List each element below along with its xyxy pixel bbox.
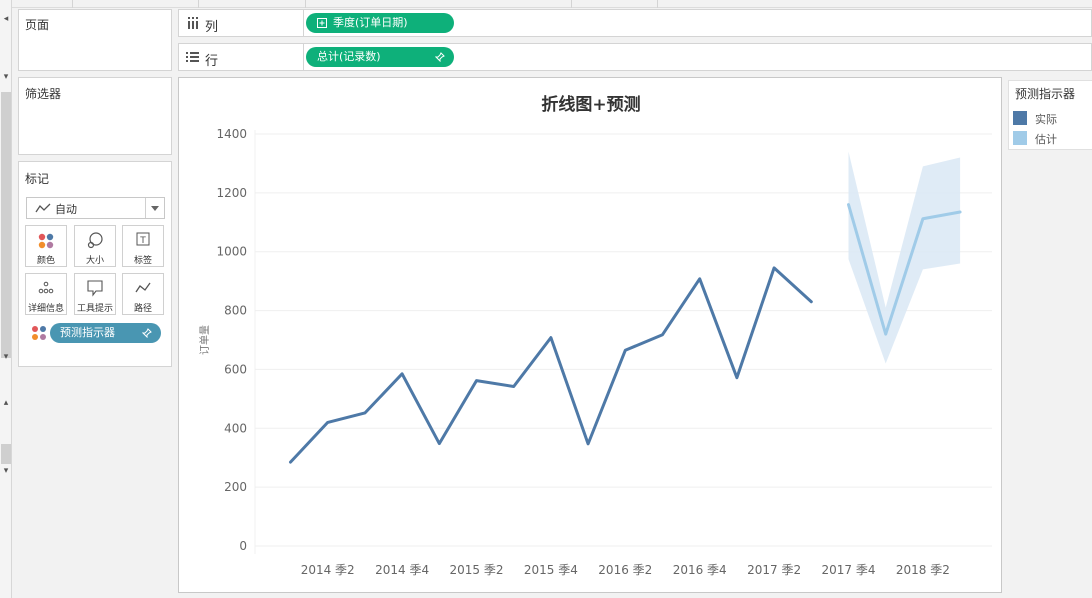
detail-button[interactable]: 详细信息 [25, 273, 67, 315]
pages-card[interactable]: 页面 [18, 9, 172, 71]
forecast-indicator-pill[interactable]: 预测指示器 [50, 323, 161, 343]
rows-shelf-label: 行 [205, 54, 219, 69]
x-tick-label: 2018 季2 [896, 563, 950, 577]
chevron-down-icon[interactable] [145, 198, 164, 218]
x-tick-label: 2016 季2 [598, 563, 652, 577]
columns-icon [188, 17, 198, 29]
tooltip-button-label: 工具提示 [76, 304, 113, 314]
columns-shelf-label: 列 [205, 20, 219, 35]
pin-icon [142, 328, 152, 338]
x-tick-label: 2015 季4 [524, 563, 578, 577]
chart-view[interactable]: 折线图+预测 0 200 400 600 800 1000 1200 1400 2014 季2… [178, 77, 1002, 593]
chevron-down-icon[interactable]: ▾ [0, 466, 12, 476]
detail-button-label: 详细信息 [27, 304, 64, 314]
legend-card[interactable]: 预测指示器 实际 估计 [1008, 80, 1092, 150]
size-icon [87, 232, 103, 249]
scrollbar-thumb[interactable] [1, 92, 11, 358]
rows-shelf[interactable]: 行 总计(记录数) [178, 43, 1092, 71]
color-button[interactable]: 颜色 [25, 225, 67, 267]
label-button-label: 标签 [133, 256, 152, 266]
scrollbar-thumb[interactable] [1, 444, 11, 464]
filters-card-title: 筛选器 [25, 87, 62, 101]
x-tick-label: 2017 季4 [822, 563, 876, 577]
total-record-count-pill-label: 总计(记录数) [317, 50, 381, 63]
legend-item-estimate[interactable]: 估计 [1013, 130, 1092, 146]
color-button-label: 颜色 [36, 256, 55, 266]
size-button[interactable]: 大小 [74, 225, 116, 267]
legend-swatch [1013, 131, 1027, 145]
marks-card-title: 标记 [25, 172, 50, 186]
left-collapsed-strip: ◂ ▾ ▾ ▴ ▾ [0, 0, 12, 598]
y-tick-label: 200 [224, 480, 247, 494]
quarter-order-date-pill-label: 季度(订单日期) [333, 16, 408, 29]
y-tick-label: 800 [224, 304, 247, 318]
legend-item-label: 估计 [1035, 133, 1057, 146]
tooltip-icon [87, 280, 103, 297]
y-tick-label: 1400 [216, 127, 247, 141]
top-tab-strip [12, 0, 1092, 8]
label-text-icon: T [136, 232, 150, 246]
y-tick-label: 600 [224, 362, 247, 376]
x-tick-label: 2015 季2 [450, 563, 504, 577]
chevron-down-icon[interactable]: ▾ [0, 72, 12, 82]
total-record-count-pill[interactable]: 总计(记录数) [306, 47, 454, 67]
columns-shelf-label-area: 列 [179, 10, 304, 36]
label-button[interactable]: T 标签 [122, 225, 164, 267]
color-dots-icon [32, 326, 46, 340]
forecast-indicator-pill-label: 预测指示器 [60, 326, 115, 339]
x-tick-label: 2016 季4 [673, 563, 727, 577]
y-tick-label: 1000 [216, 245, 247, 259]
actual-series-line[interactable] [289, 266, 813, 464]
pin-icon [435, 52, 445, 62]
pages-card-title: 页面 [25, 18, 50, 32]
size-button-label: 大小 [85, 256, 104, 266]
color-dots-icon [38, 233, 54, 249]
legend-item-actual[interactable]: 实际 [1013, 110, 1092, 126]
rows-icon [186, 52, 199, 62]
path-button[interactable]: 路径 [122, 273, 164, 315]
svg-text:T: T [139, 236, 146, 246]
line-chart: 0 200 400 600 800 1000 1200 1400 2014 季2 2014 季4… [199, 127, 992, 577]
chevron-up-icon[interactable]: ▴ [0, 398, 12, 408]
rows-shelf-label-area: 行 [179, 44, 304, 70]
collapse-arrow-icon[interactable]: ◂ [0, 14, 12, 24]
y-tick-label: 0 [239, 539, 247, 553]
quarter-order-date-pill[interactable]: 季度(订单日期) [306, 13, 454, 33]
chevron-down-icon[interactable]: ▾ [0, 352, 12, 362]
filters-card[interactable]: 筛选器 [18, 77, 172, 155]
mark-type-dropdown[interactable]: 自动 [26, 197, 165, 219]
legend-item-label: 实际 [1035, 113, 1057, 126]
expand-plus-icon[interactable] [317, 18, 327, 28]
line-mark-icon [35, 203, 51, 213]
path-icon [135, 282, 151, 293]
y-tick-label: 400 [224, 421, 247, 435]
mark-type-label: 自动 [55, 203, 77, 216]
y-axis-label: 订单量 [199, 325, 211, 355]
y-tick-label: 1200 [216, 186, 247, 200]
x-tick-label: 2014 季2 [301, 563, 355, 577]
detail-dots-icon [38, 281, 54, 294]
columns-shelf[interactable]: 列 季度(订单日期) [178, 9, 1092, 37]
x-tick-label: 2017 季2 [747, 563, 801, 577]
tooltip-button[interactable]: 工具提示 [74, 273, 116, 315]
x-tick-label: 2014 季4 [375, 563, 429, 577]
legend-title: 预测指示器 [1015, 87, 1076, 101]
legend-swatch [1013, 111, 1027, 125]
path-button-label: 路径 [133, 304, 152, 314]
